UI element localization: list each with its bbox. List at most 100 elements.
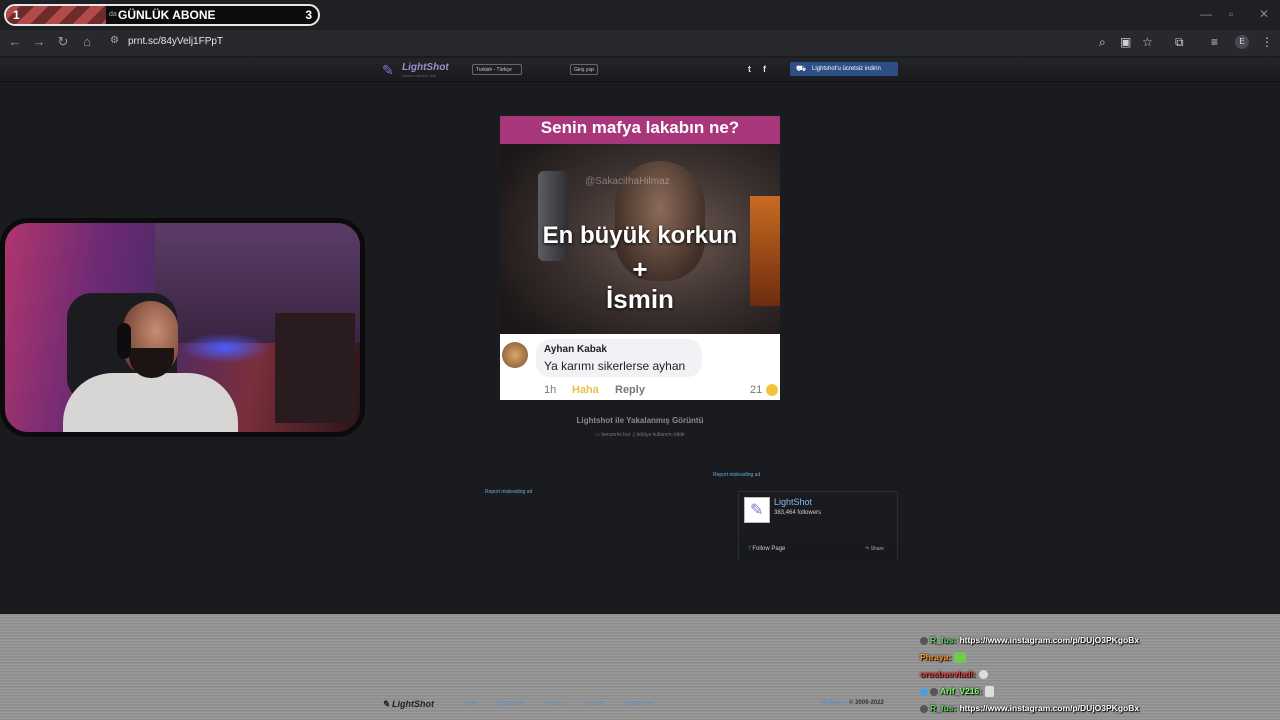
webcam-blue-light <box>180 333 270 363</box>
report-ad-link[interactable]: Report misleading ad <box>713 472 760 478</box>
meme-line-1: En büyük korkun <box>542 222 738 249</box>
chat-username: Arif_V216: <box>940 686 983 696</box>
bookmark-star-icon[interactable]: ☆ <box>1142 35 1153 49</box>
chat-text: https://www.instagram.com/p/DUjO3PKgoBx <box>959 635 1140 645</box>
footer-logo-text: LightShot <box>392 699 435 709</box>
comment-reaction: Haha <box>572 384 599 396</box>
chat-badge-icon <box>920 704 928 713</box>
reload-icon[interactable]: ↻ <box>55 34 71 50</box>
chat-message: R_fus: https://www.instagram.com/p/DUjO3P… <box>920 635 1139 645</box>
login-button[interactable]: Giriş yap <box>570 64 598 75</box>
similar-icon: ▭ <box>595 432 600 438</box>
lightshot-header <box>0 58 1280 82</box>
install-icon[interactable]: ▣ <box>1120 35 1131 49</box>
meme-question: Senin mafya lakabın ne? <box>540 118 740 137</box>
chat-emote-icon <box>985 686 995 698</box>
facebook-page-widget: ✎ LightShot 383,464 followers f Follow P… <box>738 491 898 560</box>
chat-message: Arif_V216: <box>920 686 995 698</box>
browser-tab[interactable]: 1 da GÜNLÜK ABONE 3 <box>4 4 320 26</box>
footer-link-tutorials[interactable]: Öğreticiler <box>496 701 523 707</box>
footer-logo[interactable]: ✎ LightShot <box>382 699 434 710</box>
twitter-icon[interactable]: t <box>748 64 751 74</box>
tab-counter-right: 3 <box>305 8 312 22</box>
chat-text: https://www.instagram.com/p/DUjO3PKgoBx <box>959 703 1140 713</box>
meme-line-2: İsmin <box>606 284 674 314</box>
copyright-brand-link[interactable]: Skillbrains <box>820 700 847 706</box>
home-icon[interactable]: ⌂ <box>79 34 95 50</box>
maximize-icon[interactable]: ▫ <box>1229 7 1233 21</box>
logo-subtitle: screen capture tool <box>402 73 437 78</box>
headphones-icon <box>117 323 131 359</box>
footer-link-advertise[interactable]: Reklam Ver <box>624 701 655 707</box>
chat-username: Phraya: <box>920 652 952 662</box>
find-similar-link[interactable]: benzerini bul <box>601 432 629 438</box>
minimize-icon[interactable]: — <box>1200 7 1212 21</box>
comment-time: 1h <box>544 384 557 396</box>
tab-title: GÜNLÜK ABONE <box>118 8 216 22</box>
footer-link-privacy[interactable]: Privacy <box>545 701 565 707</box>
chat-username: R_fus: <box>930 635 957 645</box>
follow-label: Follow Page <box>752 546 786 552</box>
lightshot-logo[interactable]: ✎ LightShot screen capture tool <box>382 60 457 80</box>
facebook-icon[interactable]: f <box>763 64 766 74</box>
chat-badge-icon <box>920 636 928 645</box>
report-abuse-link[interactable]: kötüye kullanımı bildir <box>637 432 685 438</box>
meme-plus: + <box>632 254 648 284</box>
tab-small-text: da <box>109 11 117 18</box>
reaction-count: 21 <box>750 384 763 396</box>
feather-icon: ✎ <box>750 502 764 519</box>
fb-followers: 383,464 followers <box>774 510 822 516</box>
share-button[interactable]: ↷ Share <box>865 546 884 552</box>
commenter-avatar <box>502 342 528 368</box>
download-label: Lightshot'u ücretsiz indirin <box>812 66 881 72</box>
comment-reply: Reply <box>615 384 645 396</box>
copyright: Skillbrains © 2009-2022 <box>820 700 884 706</box>
forward-icon[interactable]: → <box>31 34 47 50</box>
webcam-person-body <box>63 373 238 432</box>
chat-message: Phraya: <box>920 652 967 663</box>
lightshot-page-logo[interactable]: ✎ <box>744 497 770 523</box>
url-text[interactable]: prnt.sc/84yVelj1FPpT <box>128 36 223 47</box>
facebook-icon: f <box>749 546 751 552</box>
close-icon[interactable]: ✕ <box>1259 7 1269 21</box>
copyright-text: © 2009-2022 <box>849 700 884 706</box>
webcam-overlay <box>0 218 365 437</box>
profile-avatar[interactable]: E <box>1235 35 1249 49</box>
back-icon[interactable]: ← <box>7 34 23 50</box>
tab-counter-left: 1 <box>13 8 20 22</box>
chat-badge-icon <box>920 687 928 696</box>
footer-link-download[interactable]: İndir <box>465 701 477 707</box>
report-ad-link[interactable]: Report misleading ad <box>485 489 532 495</box>
chat-username: R_fus: <box>930 703 957 713</box>
footer-link-help[interactable]: Yardım <box>585 701 604 707</box>
chat-username: orosbuevladi: <box>920 669 976 679</box>
language-select[interactable]: Turkish - Türkçe <box>472 64 522 75</box>
feather-icon: ✎ <box>382 62 394 78</box>
tab-stripe-decoration <box>6 6 106 24</box>
fb-page-name[interactable]: LightShot <box>774 497 812 507</box>
tab-list-icon[interactable]: ≡ <box>1211 35 1218 49</box>
comment-text: Ya karımı sikerlerse ayhan <box>544 359 686 373</box>
laugh-emoji-icon <box>766 384 778 396</box>
meme-watermark: @SakaciIhaHilmaz <box>585 176 670 187</box>
follow-page-button[interactable]: f Follow Page <box>749 546 785 552</box>
chat-badge-icon <box>930 687 938 696</box>
chat-message: R_fus: https://www.instagram.com/p/DUjO3P… <box>920 703 1139 713</box>
zoom-icon[interactable]: ⌕ <box>1099 35 1106 50</box>
download-button[interactable]: ⛟ Lightshot'u ücretsiz indirin <box>790 62 898 76</box>
site-info-icon[interactable]: ⚙ <box>110 35 119 46</box>
chat-emote-icon <box>954 652 967 663</box>
comment-author: Ayhan Kabak <box>544 344 607 355</box>
chat-message: orosbuevladi: <box>920 669 988 680</box>
url-bar[interactable]: ⚙ prnt.sc/84yVelj1FPpT <box>105 33 1265 52</box>
extensions-icon[interactable]: ⧉ <box>1175 35 1184 50</box>
menu-dots-icon[interactable]: ⋮ <box>1261 35 1273 49</box>
logo-name: LightShot <box>402 62 449 73</box>
flag-icon: ▯ <box>631 432 636 438</box>
image-actions: ▭ benzerini bul ▯ kötüye kullanımı bildi… <box>500 432 780 438</box>
share-label: Share <box>870 546 884 552</box>
chat-emote-icon <box>978 670 988 680</box>
screenshot-image[interactable]: Senin mafya lakabın ne? @SakaciIhaHilmaz… <box>500 116 780 400</box>
webcam-shelf <box>275 313 355 423</box>
image-caption: Lightshot ile Yakalanmış Görüntü <box>576 416 704 425</box>
